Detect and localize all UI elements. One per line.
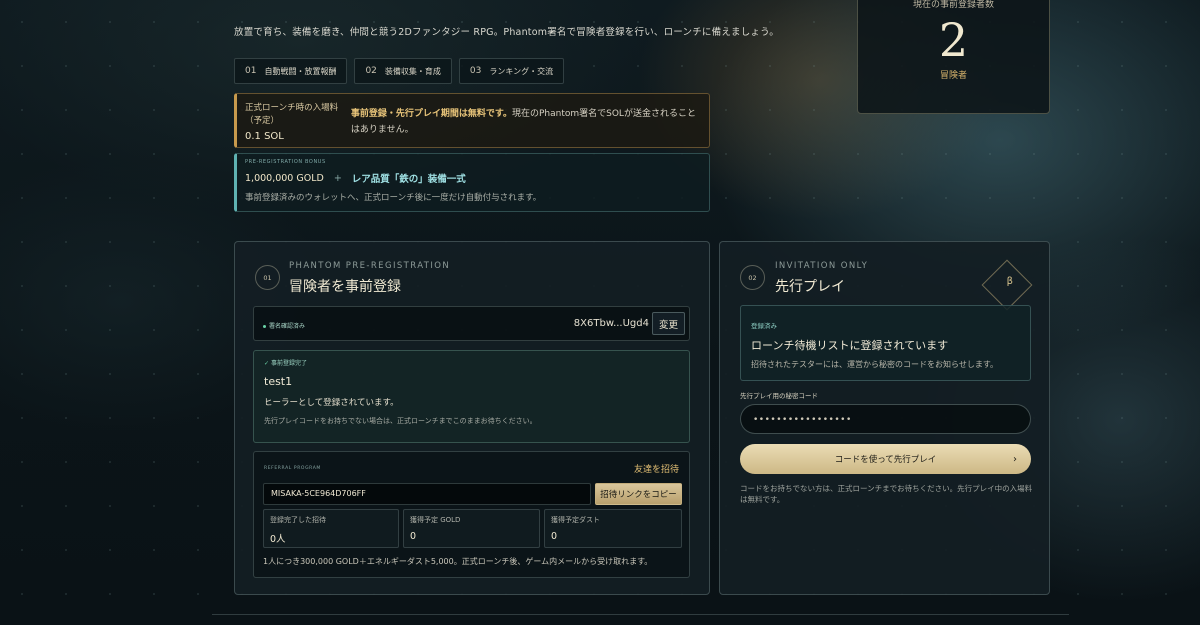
waitlist-status-card: 登録済み ローンチ待機リストに登録されています 招待されたテスターには、運営から… (740, 305, 1031, 381)
fee-description: 事前登録・先行プレイ期間は無料です。現在のPhantom署名でSOLが送金される… (345, 94, 709, 147)
feature-item: 01 自動戦闘・放置報酬 (234, 58, 348, 84)
feature-item: 02 装備収集・育成 (354, 58, 452, 84)
bonus-plus: + (333, 172, 342, 184)
bonus-tag: PRE-REGISTRATION BONUS (245, 159, 326, 165)
registration-complete-card: 事前登録完了 test1 ヒーラーとして登録されています。 先行プレイコードをお… (253, 350, 690, 443)
change-wallet-button[interactable]: 変更 (652, 312, 685, 335)
waitlist-title: ローンチ待機リストに登録されています (751, 339, 949, 352)
entry-fee-notice: 正式ローンチ時の入場料（予定） 0.1 SOL 事前登録・先行プレイ期間は無料で… (234, 93, 710, 148)
adventurer-name: test1 (264, 375, 293, 388)
panel-title: 冒険者を事前登録 (289, 279, 401, 295)
panel-eyebrow: PHANTOM PRE-REGISTRATION (289, 261, 451, 271)
early-play-button[interactable]: コードを使って先行プレイ › (740, 444, 1031, 474)
signature-status: 署名確認済み (263, 321, 305, 330)
feature-label: ランキング・交流 (489, 66, 554, 76)
invite-friends-label: 友達を招待 (633, 465, 679, 475)
feature-number: 01 (245, 66, 257, 76)
bonus-description: 事前登録済みのウォレットへ、正式ローンチ後に一度だけ自動付与されます。 (245, 193, 542, 203)
feature-label: 装備収集・育成 (384, 66, 441, 76)
early-access-panel: 02 INVITATION ONLY 先行プレイ β 登録済み ローンチ待機リス… (719, 241, 1050, 595)
adventurer-role: ヒーラーとして登録されています。 (264, 398, 399, 408)
registration-note: 先行プレイコードをお持ちでない場合は、正式ローンチまでこのままお待ちください。 (264, 417, 537, 425)
fee-label: 正式ローンチ時の入場料（予定） (245, 103, 339, 126)
referral-program: REFERRAL PROGRAM 友達を招待 MISAKA-5CE964D706… (253, 451, 690, 578)
bonus-item: レア品質「鉄の」装備一式 (351, 174, 466, 185)
counter-unit: 冒険者 (939, 71, 967, 81)
feature-number: 02 (365, 66, 377, 76)
secret-code-label: 先行プレイ用の秘密コード (740, 392, 818, 400)
stat-label: 登録完了した招待 (270, 516, 326, 524)
stat-value: 0 (410, 531, 417, 542)
referral-code-field[interactable]: MISAKA-5CE964D706FF (263, 483, 591, 505)
referral-stat-card: 獲得予定 GOLD 0 (403, 509, 540, 548)
referral-tag: REFERRAL PROGRAM (264, 466, 321, 471)
fee-price: 0.1 SOL (245, 131, 284, 142)
copy-invite-link-button[interactable]: 招待リンクをコピー (595, 483, 682, 505)
registration-complete-tag: 事前登録完了 (264, 358, 679, 367)
stat-value: 0人 (270, 534, 286, 545)
stat-label: 獲得予定ダスト (551, 516, 600, 524)
stat-value: 0 (551, 531, 558, 542)
step-number-badge: 01 (255, 265, 280, 290)
beta-badge-label: β (1006, 276, 1013, 287)
waitlist-tag: 登録済み (751, 322, 777, 330)
registration-counter: 現在の事前登録者数 2 冒険者 (857, 0, 1050, 114)
feature-item: 03 ランキング・交流 (458, 58, 565, 84)
counter-value: 2 (938, 13, 969, 67)
pre-registration-panel: 01 PHANTOM PRE-REGISTRATION 冒険者を事前登録 署名確… (234, 241, 710, 595)
bonus-gold: 1,000,000 GOLD (245, 172, 324, 184)
footer-divider (212, 614, 1069, 615)
feature-list: 01 自動戦闘・放置報酬 02 装備収集・育成 03 ランキング・交流 (234, 58, 565, 84)
early-play-label: コードを使って先行プレイ (834, 455, 937, 465)
early-access-note: コードをお持ちでない方は、正式ローンチまでお待ちください。先行プレイ中の入場料は… (740, 484, 1033, 504)
waitlist-description: 招待されたテスターには、運営から秘密のコードをお知らせします。 (751, 360, 999, 369)
chevron-right-icon: › (1013, 453, 1017, 465)
intro-text: 放置で育ち、装備を磨き、仲間と競う2Dファンタジー RPG。Phantom署名で… (234, 27, 779, 38)
panel-title: 先行プレイ (775, 279, 845, 295)
referral-stat-card: 登録完了した招待 0人 (263, 509, 399, 548)
secret-code-input[interactable]: ••••••••••••••••• (740, 404, 1031, 434)
stat-label: 獲得予定 GOLD (410, 516, 461, 524)
panel-eyebrow: INVITATION ONLY (775, 261, 869, 271)
fee-free-highlight: 事前登録・先行プレイ期間は無料です。 (350, 109, 512, 119)
referral-stats: 登録完了した招待 0人 獲得予定 GOLD 0 獲得予定ダスト 0 (263, 509, 682, 548)
feature-number: 03 (469, 66, 482, 76)
referral-footer: 1人につき300,000 GOLD＋エネルギーダスト5,000。正式ローンチ後、… (263, 557, 653, 566)
pre-registration-bonus: PRE-REGISTRATION BONUS 1,000,000 GOLD + … (234, 153, 710, 212)
referral-stat-card: 獲得予定ダスト 0 (544, 509, 682, 548)
wallet-signature-row: 署名確認済み 8X6Tbw...Ugd4 変更 (253, 306, 690, 341)
wallet-address: 8X6Tbw...Ugd4 (573, 318, 649, 329)
feature-label: 自動戦闘・放置報酬 (264, 66, 337, 76)
counter-label: 現在の事前登録者数 (912, 0, 994, 10)
step-number-badge: 02 (740, 265, 765, 290)
